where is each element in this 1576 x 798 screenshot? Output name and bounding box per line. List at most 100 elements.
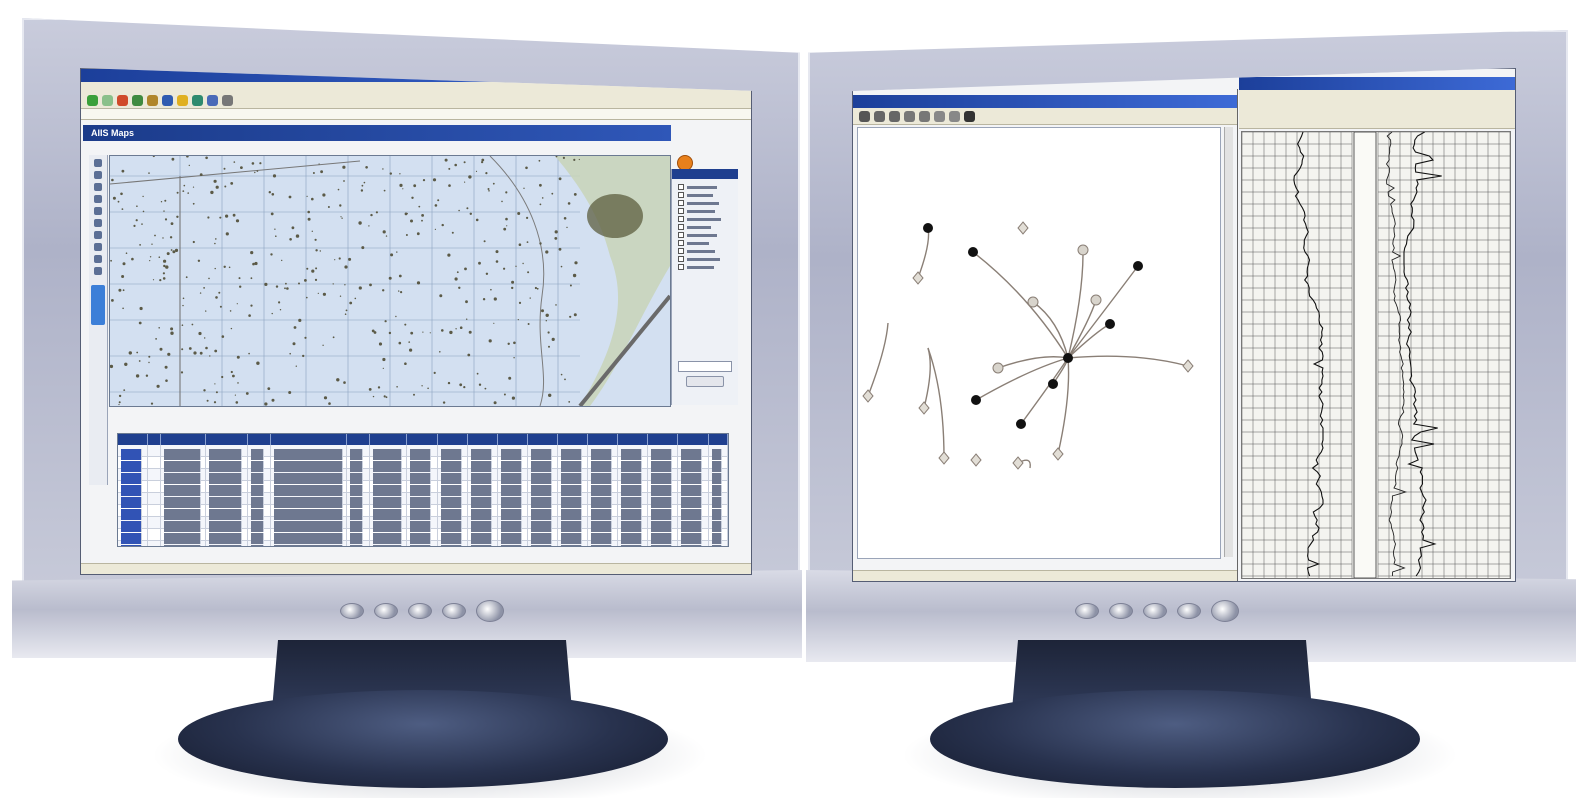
collapse-tab[interactable] [91, 285, 105, 325]
column-header[interactable] [468, 434, 498, 445]
column-header[interactable] [407, 434, 438, 445]
vertical-scrollbar[interactable] [1224, 127, 1233, 557]
well-log-chart[interactable] [1241, 131, 1511, 579]
monitor-button[interactable] [442, 603, 466, 619]
layer-row[interactable] [672, 239, 738, 247]
table-row[interactable] [118, 517, 728, 532]
stop-icon[interactable] [117, 94, 128, 106]
search-button[interactable] [686, 376, 724, 387]
measure-icon[interactable] [919, 110, 930, 122]
search-input[interactable] [678, 361, 732, 372]
layer-row[interactable] [672, 263, 738, 271]
column-header[interactable] [248, 434, 271, 445]
well-marker [458, 209, 460, 212]
column-header[interactable] [558, 434, 589, 445]
table-cell[interactable] [118, 445, 149, 460]
measure-icon[interactable] [94, 219, 102, 227]
table-cell[interactable] [118, 529, 149, 544]
layer-row[interactable] [672, 207, 738, 215]
table-cell[interactable] [118, 481, 149, 496]
home-icon[interactable] [147, 94, 158, 106]
print-icon[interactable] [934, 110, 945, 122]
table-row[interactable] [118, 457, 728, 472]
layer-row[interactable] [672, 191, 738, 199]
search-icon[interactable] [162, 94, 173, 106]
table-row[interactable] [118, 445, 728, 460]
monitor-button[interactable] [1177, 603, 1201, 619]
table-row[interactable] [118, 469, 728, 484]
history-icon[interactable] [192, 94, 203, 106]
save-icon[interactable] [949, 110, 960, 122]
column-header[interactable] [498, 434, 528, 445]
left-address-bar[interactable] [81, 109, 751, 120]
well-marker [375, 211, 378, 214]
table-cell[interactable] [118, 517, 149, 532]
power-button[interactable] [476, 600, 504, 622]
help-icon[interactable] [964, 110, 975, 122]
select-icon[interactable] [904, 110, 915, 122]
print-icon[interactable] [94, 231, 102, 239]
column-header[interactable] [648, 434, 679, 445]
pan-icon[interactable] [94, 159, 102, 167]
table-cell[interactable] [118, 457, 149, 472]
identify-icon[interactable] [94, 207, 102, 215]
layer-row[interactable] [672, 183, 738, 191]
column-header[interactable] [347, 434, 370, 445]
monitor-button[interactable] [1109, 603, 1133, 619]
refresh-icon[interactable] [94, 243, 102, 251]
column-header[interactable] [709, 434, 728, 445]
layer-row[interactable] [672, 215, 738, 223]
power-button[interactable] [1211, 600, 1239, 622]
column-header[interactable] [588, 434, 619, 445]
layers-icon[interactable] [94, 255, 102, 263]
column-header[interactable] [618, 434, 649, 445]
table-row[interactable] [118, 505, 728, 520]
select-icon[interactable] [94, 195, 102, 203]
well-marker [139, 244, 141, 246]
layer-row[interactable] [672, 231, 738, 239]
column-header[interactable] [118, 434, 149, 445]
column-header[interactable] [271, 434, 348, 445]
column-header[interactable] [206, 434, 249, 445]
table-cell[interactable] [118, 541, 149, 546]
well-marker [314, 238, 317, 241]
zoom-in-icon[interactable] [94, 171, 102, 179]
pan-icon[interactable] [859, 110, 870, 122]
refresh-icon[interactable] [132, 94, 143, 106]
mail-icon[interactable] [207, 94, 218, 106]
diagram-edge [972, 251, 1069, 359]
favorites-icon[interactable] [177, 94, 188, 106]
monitor-button[interactable] [1075, 603, 1099, 619]
layer-row[interactable] [672, 223, 738, 231]
well-marker [278, 301, 281, 304]
table-cell[interactable] [118, 493, 149, 508]
table-row[interactable] [118, 493, 728, 508]
forward-icon[interactable] [102, 94, 113, 106]
column-header[interactable] [370, 434, 408, 445]
table-row[interactable] [118, 481, 728, 496]
table-row[interactable] [118, 541, 728, 546]
table-cell[interactable] [118, 469, 149, 484]
table-row[interactable] [118, 529, 728, 544]
well-spider-diagram[interactable] [857, 127, 1221, 559]
zoom-in-icon[interactable] [874, 110, 885, 122]
monitor-button[interactable] [374, 603, 398, 619]
column-header[interactable] [528, 434, 558, 445]
layer-row[interactable] [672, 247, 738, 255]
print-icon[interactable] [222, 94, 233, 106]
monitor-button[interactable] [1143, 603, 1167, 619]
column-header[interactable] [148, 434, 161, 445]
well-map[interactable] [109, 155, 671, 407]
monitor-button[interactable] [408, 603, 432, 619]
layer-row[interactable] [672, 199, 738, 207]
zoom-out-icon[interactable] [889, 110, 900, 122]
column-header[interactable] [438, 434, 468, 445]
table-cell[interactable] [118, 505, 149, 520]
zoom-out-icon[interactable] [94, 183, 102, 191]
monitor-button[interactable] [340, 603, 364, 619]
layer-row[interactable] [672, 255, 738, 263]
column-header[interactable] [678, 434, 709, 445]
back-icon[interactable] [87, 94, 98, 106]
help-icon[interactable] [94, 267, 102, 275]
column-header[interactable] [161, 434, 207, 445]
